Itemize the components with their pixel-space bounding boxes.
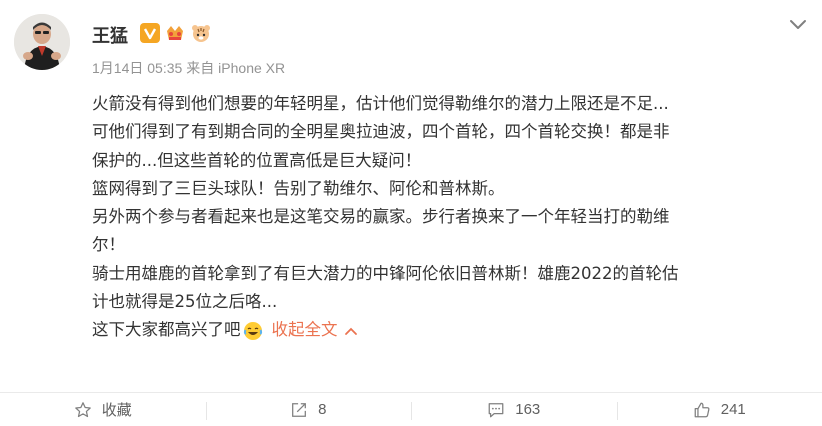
chevron-up-icon: [344, 327, 357, 335]
content-line: 可他们得到了有到期合同的全明星奥拉迪波，四个首轮，四个首轮交换！都是非: [92, 122, 670, 142]
share-icon: [292, 402, 307, 417]
collapse-text-button[interactable]: 收起全文: [272, 316, 358, 344]
like-count: 241: [720, 401, 746, 418]
verified-v-icon[interactable]: [140, 23, 160, 43]
thumbs-up-icon: [694, 402, 710, 417]
comment-count: 163: [515, 401, 541, 418]
repost-count: 8: [318, 401, 327, 418]
content-line: 另外两个参与者看起来也是这笔交易的赢家。步行者换来了一个年轻当打的勒维: [92, 207, 670, 227]
post-date[interactable]: 1月14日 05:35: [92, 58, 182, 78]
weibo-post-card: 王猛 1月14日 05:35 来自 iPhone XR 火箭没有得到他们想要的年…: [0, 0, 822, 426]
post-source: 来自 iPhone XR: [186, 60, 286, 76]
comment-icon: [488, 402, 504, 417]
content-line: 保护的...但这些首轮的位置高低是巨大疑问！: [92, 150, 422, 170]
content-line: 篮网得到了三巨头球队！告别了勒维尔、阿伦和普林斯。: [92, 178, 505, 198]
post-content: 火箭没有得到他们想要的年轻明星，估计他们觉得勒维尔的潜力上限还是不足... 可他…: [92, 90, 808, 345]
collapse-label: 收起全文: [271, 320, 338, 340]
vip-crown-icon[interactable]: [164, 23, 186, 43]
star-icon: [74, 401, 91, 417]
content-line: 火箭没有得到他们想要的年轻明星，估计他们觉得勒维尔的潜力上限还是不足...: [92, 94, 669, 113]
tiger-badge-icon[interactable]: [190, 23, 212, 43]
author-name[interactable]: 王猛: [92, 22, 128, 48]
like-button[interactable]: 241: [616, 393, 822, 426]
favorite-label: 收藏: [101, 402, 132, 419]
chevron-down-icon[interactable]: [788, 14, 808, 34]
comment-button[interactable]: 163: [411, 393, 617, 426]
content-line: 尔！: [92, 235, 125, 255]
content-line: 这下大家都高兴了吧: [92, 320, 241, 340]
repost-button[interactable]: 8: [205, 393, 412, 426]
content-last-line: 这下大家都高兴了吧 收起全文: [92, 316, 808, 344]
action-bar: 收藏 8 163 241: [0, 392, 822, 426]
content-line: 骑士用雄鹿的首轮拿到了有巨大潜力的中锋阿伦依旧普林斯！雄鹿2022的首轮估: [92, 263, 679, 283]
favorite-button[interactable]: 收藏: [0, 393, 206, 426]
user-badges: [140, 22, 212, 44]
avatar[interactable]: [14, 14, 70, 70]
content-line: 计也就得是25位之后咯...: [92, 292, 278, 312]
post-meta: 1月14日 05:35 来自 iPhone XR: [92, 58, 285, 78]
laughing-tears-emoji-icon: [243, 321, 263, 341]
